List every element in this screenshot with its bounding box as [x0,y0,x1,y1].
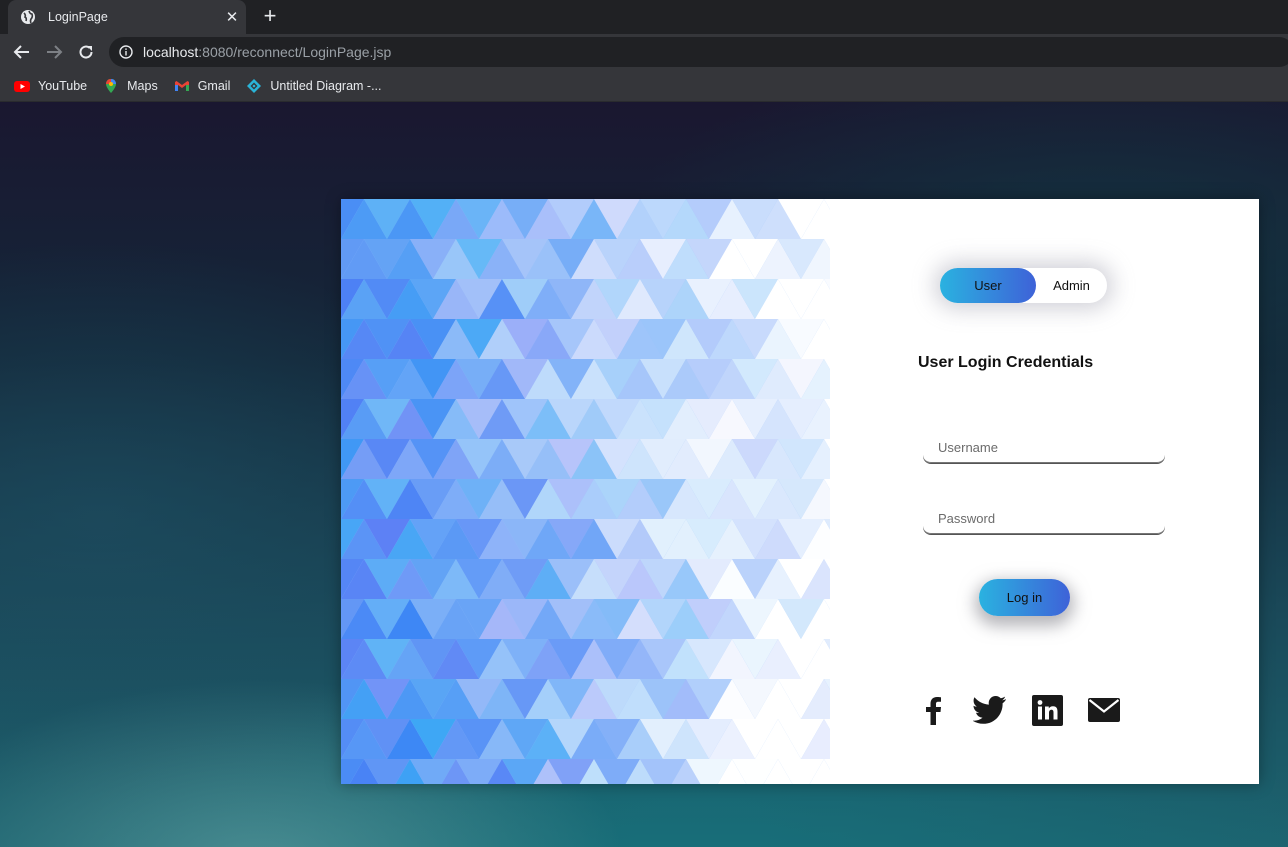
decorative-triangle-pattern [341,199,830,784]
login-button[interactable]: Log in [979,579,1070,616]
url-path: :8080/reconnect/LoginPage.jsp [198,44,392,60]
bookmark-maps[interactable]: Maps [103,78,158,94]
url-host: localhost [143,44,199,60]
bookmark-untitled-diagram[interactable]: Untitled Diagram -... [246,78,382,94]
role-toggle: User Admin [940,268,1107,303]
twitter-link[interactable] [973,693,1007,727]
bookmark-youtube[interactable]: YouTube [14,78,87,94]
bookmark-label: Gmail [197,78,231,93]
login-form-area: User Admin User Login Credentials Log in [830,199,1259,784]
globe-icon [20,9,36,25]
back-button[interactable] [8,38,36,66]
bookmark-gmail[interactable]: Gmail [174,78,231,94]
login-card: User Admin User Login Credentials Log in [341,199,1259,784]
username-input[interactable] [923,433,1165,463]
linkedin-link[interactable] [1030,693,1064,727]
password-input[interactable] [923,504,1165,534]
maps-pin-icon [103,78,119,94]
url-text: localhost:8080/reconnect/LoginPage.jsp [143,44,391,60]
close-icon[interactable]: ✕ [220,5,244,29]
info-icon[interactable] [119,45,133,59]
social-links [916,693,1176,727]
reload-icon [79,45,93,59]
youtube-icon [14,78,30,94]
linkedin-icon [1031,694,1063,726]
facebook-icon [926,697,941,725]
tab-title: LoginPage [48,10,108,24]
tab-strip: LoginPage ✕ + [0,0,1288,34]
reload-button[interactable] [72,38,100,66]
address-bar[interactable]: localhost:8080/reconnect/LoginPage.jsp [109,37,1288,67]
new-tab-button[interactable]: + [258,5,282,29]
bookmark-label: Maps [127,78,158,93]
arrow-left-icon [13,45,29,59]
admin-role-button[interactable]: Admin [1036,268,1107,303]
bookmark-label: Untitled Diagram -... [270,78,382,93]
form-title: User Login Credentials [918,354,1094,371]
email-link[interactable] [1087,693,1121,727]
user-role-button[interactable]: User [940,268,1036,303]
bookmarks-bar: YouTube Maps Gmail Untitled Diagram -... [0,70,1288,102]
bookmark-label: YouTube [38,78,88,93]
email-icon [1088,698,1120,722]
facebook-link[interactable] [916,693,950,727]
twitter-icon [973,696,1006,724]
forward-button[interactable] [40,38,68,66]
browser-toolbar: localhost:8080/reconnect/LoginPage.jsp [0,34,1288,70]
page-viewport: User Admin User Login Credentials Log in [0,102,1288,847]
arrow-right-icon [47,45,63,59]
gmail-icon [174,78,190,94]
browser-tab[interactable]: LoginPage ✕ [8,0,246,34]
diagram-icon [246,78,262,94]
triangle-pattern-image [341,199,830,784]
